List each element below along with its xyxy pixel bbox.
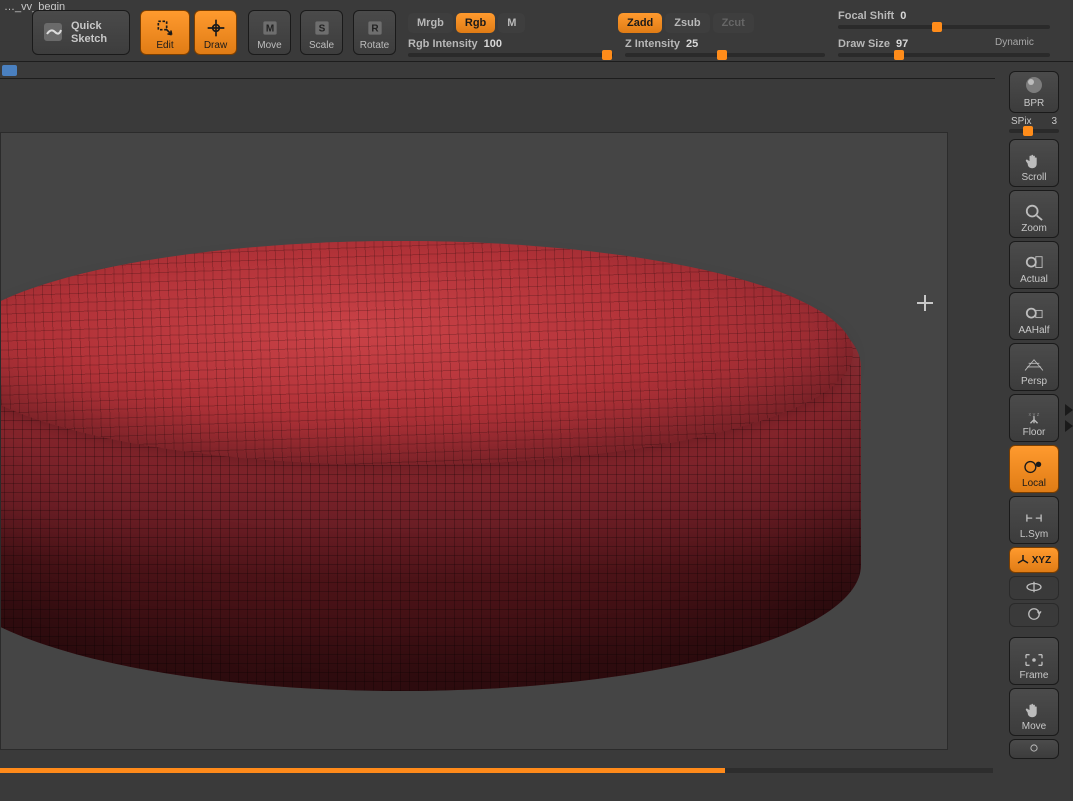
draw-size-label: Draw Size [838, 38, 890, 50]
quick-sketch-label2: Sketch [71, 33, 107, 46]
lsym-label: L.Sym [1020, 529, 1048, 540]
zoom-icon [1023, 203, 1045, 221]
rotate-r-icon: R [365, 18, 385, 38]
viewport-3d[interactable] [0, 132, 948, 750]
local-label: Local [1022, 478, 1046, 489]
scroll-label: Scroll [1021, 172, 1046, 183]
z-intensity-label: Z Intensity [625, 38, 680, 50]
rgb-toggle[interactable]: Rgb [456, 13, 495, 33]
edit-button[interactable]: Edit [140, 10, 190, 55]
rgb-intensity-slider[interactable] [408, 53, 613, 57]
z-intensity-value: 25 [686, 38, 698, 50]
zoom-button[interactable]: Zoom [1009, 190, 1059, 238]
zoom-label: Zoom [1021, 223, 1047, 234]
move-button[interactable]: M Move [248, 10, 291, 55]
quick-sketch-icon [41, 20, 65, 44]
quick-sketch-label1: Quick [71, 20, 107, 33]
local-icon [1023, 458, 1045, 476]
scale-s-icon: S [312, 18, 332, 38]
frame-button[interactable]: Frame [1009, 637, 1059, 685]
draw-size-slider[interactable] [838, 53, 1050, 57]
move-m-icon: M [260, 18, 280, 38]
frame-icon [1023, 652, 1045, 668]
floor-label: Floor [1023, 427, 1046, 438]
zsub-toggle[interactable]: Zsub [665, 13, 709, 33]
rotate-button[interactable]: R Rotate [353, 10, 396, 55]
focal-shift-label: Focal Shift [838, 10, 894, 22]
svg-text:R: R [371, 23, 379, 34]
lsym-icon [1023, 511, 1045, 527]
svg-text:M: M [265, 23, 273, 34]
aahalf-button[interactable]: AAHalf [1009, 292, 1059, 340]
rgb-intensity-label: Rgb Intensity [408, 38, 478, 50]
draw-icon [206, 18, 226, 38]
rgb-intensity-value: 100 [484, 38, 502, 50]
move-label: Move [257, 40, 281, 51]
floor-button[interactable]: x y z Floor [1009, 394, 1059, 442]
actual-button[interactable]: Actual [1009, 241, 1059, 289]
persp-button[interactable]: Persp [1009, 343, 1059, 391]
svg-text:S: S [318, 23, 325, 34]
edit-icon [154, 18, 176, 38]
local-button[interactable]: Local [1009, 445, 1059, 493]
hand-move-icon [1023, 701, 1045, 719]
focal-shift-value: 0 [900, 10, 906, 22]
cursor-crosshair-icon [917, 295, 933, 311]
rot-z-button[interactable] [1009, 603, 1059, 627]
floor-icon: x y z [1023, 409, 1045, 425]
actual-label: Actual [1020, 274, 1048, 285]
panel-grip[interactable] [1059, 388, 1073, 448]
rot-y-icon [1025, 580, 1043, 594]
draw-button[interactable]: Draw [194, 10, 237, 55]
persp-label: Persp [1021, 376, 1047, 387]
persp-icon [1023, 358, 1045, 374]
rot-y-button[interactable] [1009, 576, 1059, 600]
timeline-track[interactable] [0, 768, 993, 773]
edit-label: Edit [156, 40, 173, 51]
right-tool-rail: BPR SPix 3 Scroll Zoom Actual AAHalf Per… [995, 68, 1073, 801]
frame-label: Frame [1020, 670, 1049, 681]
spix-slider[interactable] [1009, 129, 1059, 133]
bpr-sphere-icon [1022, 76, 1046, 96]
color-chip[interactable] [2, 65, 17, 76]
draw-size-value: 97 [896, 38, 908, 50]
rail-move-label: Move [1022, 721, 1046, 732]
hand-icon [1023, 152, 1045, 170]
extra-icon [1025, 743, 1043, 753]
rotate-label: Rotate [360, 40, 389, 51]
aahalf-icon [1023, 305, 1045, 323]
draw-label: Draw [204, 40, 227, 51]
z-intensity-slider[interactable] [625, 53, 825, 57]
xyz-label: XYZ [1032, 555, 1051, 566]
rot-z-icon [1025, 607, 1043, 621]
quick-sketch-button[interactable]: Quick Sketch [32, 10, 130, 55]
axis-icon [1017, 554, 1029, 566]
lsym-button[interactable]: L.Sym [1009, 496, 1059, 544]
aahalf-label: AAHalf [1018, 325, 1049, 336]
dynamic-label[interactable]: Dynamic [995, 37, 1034, 48]
focal-shift-slider[interactable] [838, 25, 1050, 29]
m-toggle[interactable]: M [498, 13, 525, 33]
scroll-button[interactable]: Scroll [1009, 139, 1059, 187]
xyz-button[interactable]: XYZ [1009, 547, 1059, 573]
rail-extra-button[interactable] [1009, 739, 1059, 759]
scale-button[interactable]: S Scale [300, 10, 343, 55]
zadd-toggle[interactable]: Zadd [618, 13, 662, 33]
timeline-fill [0, 768, 993, 773]
mrgb-toggle[interactable]: Mrgb [408, 13, 453, 33]
scale-label: Scale [309, 40, 334, 51]
spix-value: 3 [1051, 116, 1057, 127]
actual-icon [1023, 254, 1045, 272]
bpr-label: BPR [1024, 98, 1045, 109]
zcut-toggle[interactable]: Zcut [713, 13, 754, 33]
bpr-button[interactable]: BPR [1009, 71, 1059, 113]
rail-move-button[interactable]: Move [1009, 688, 1059, 736]
secondary-strip [0, 62, 1073, 79]
